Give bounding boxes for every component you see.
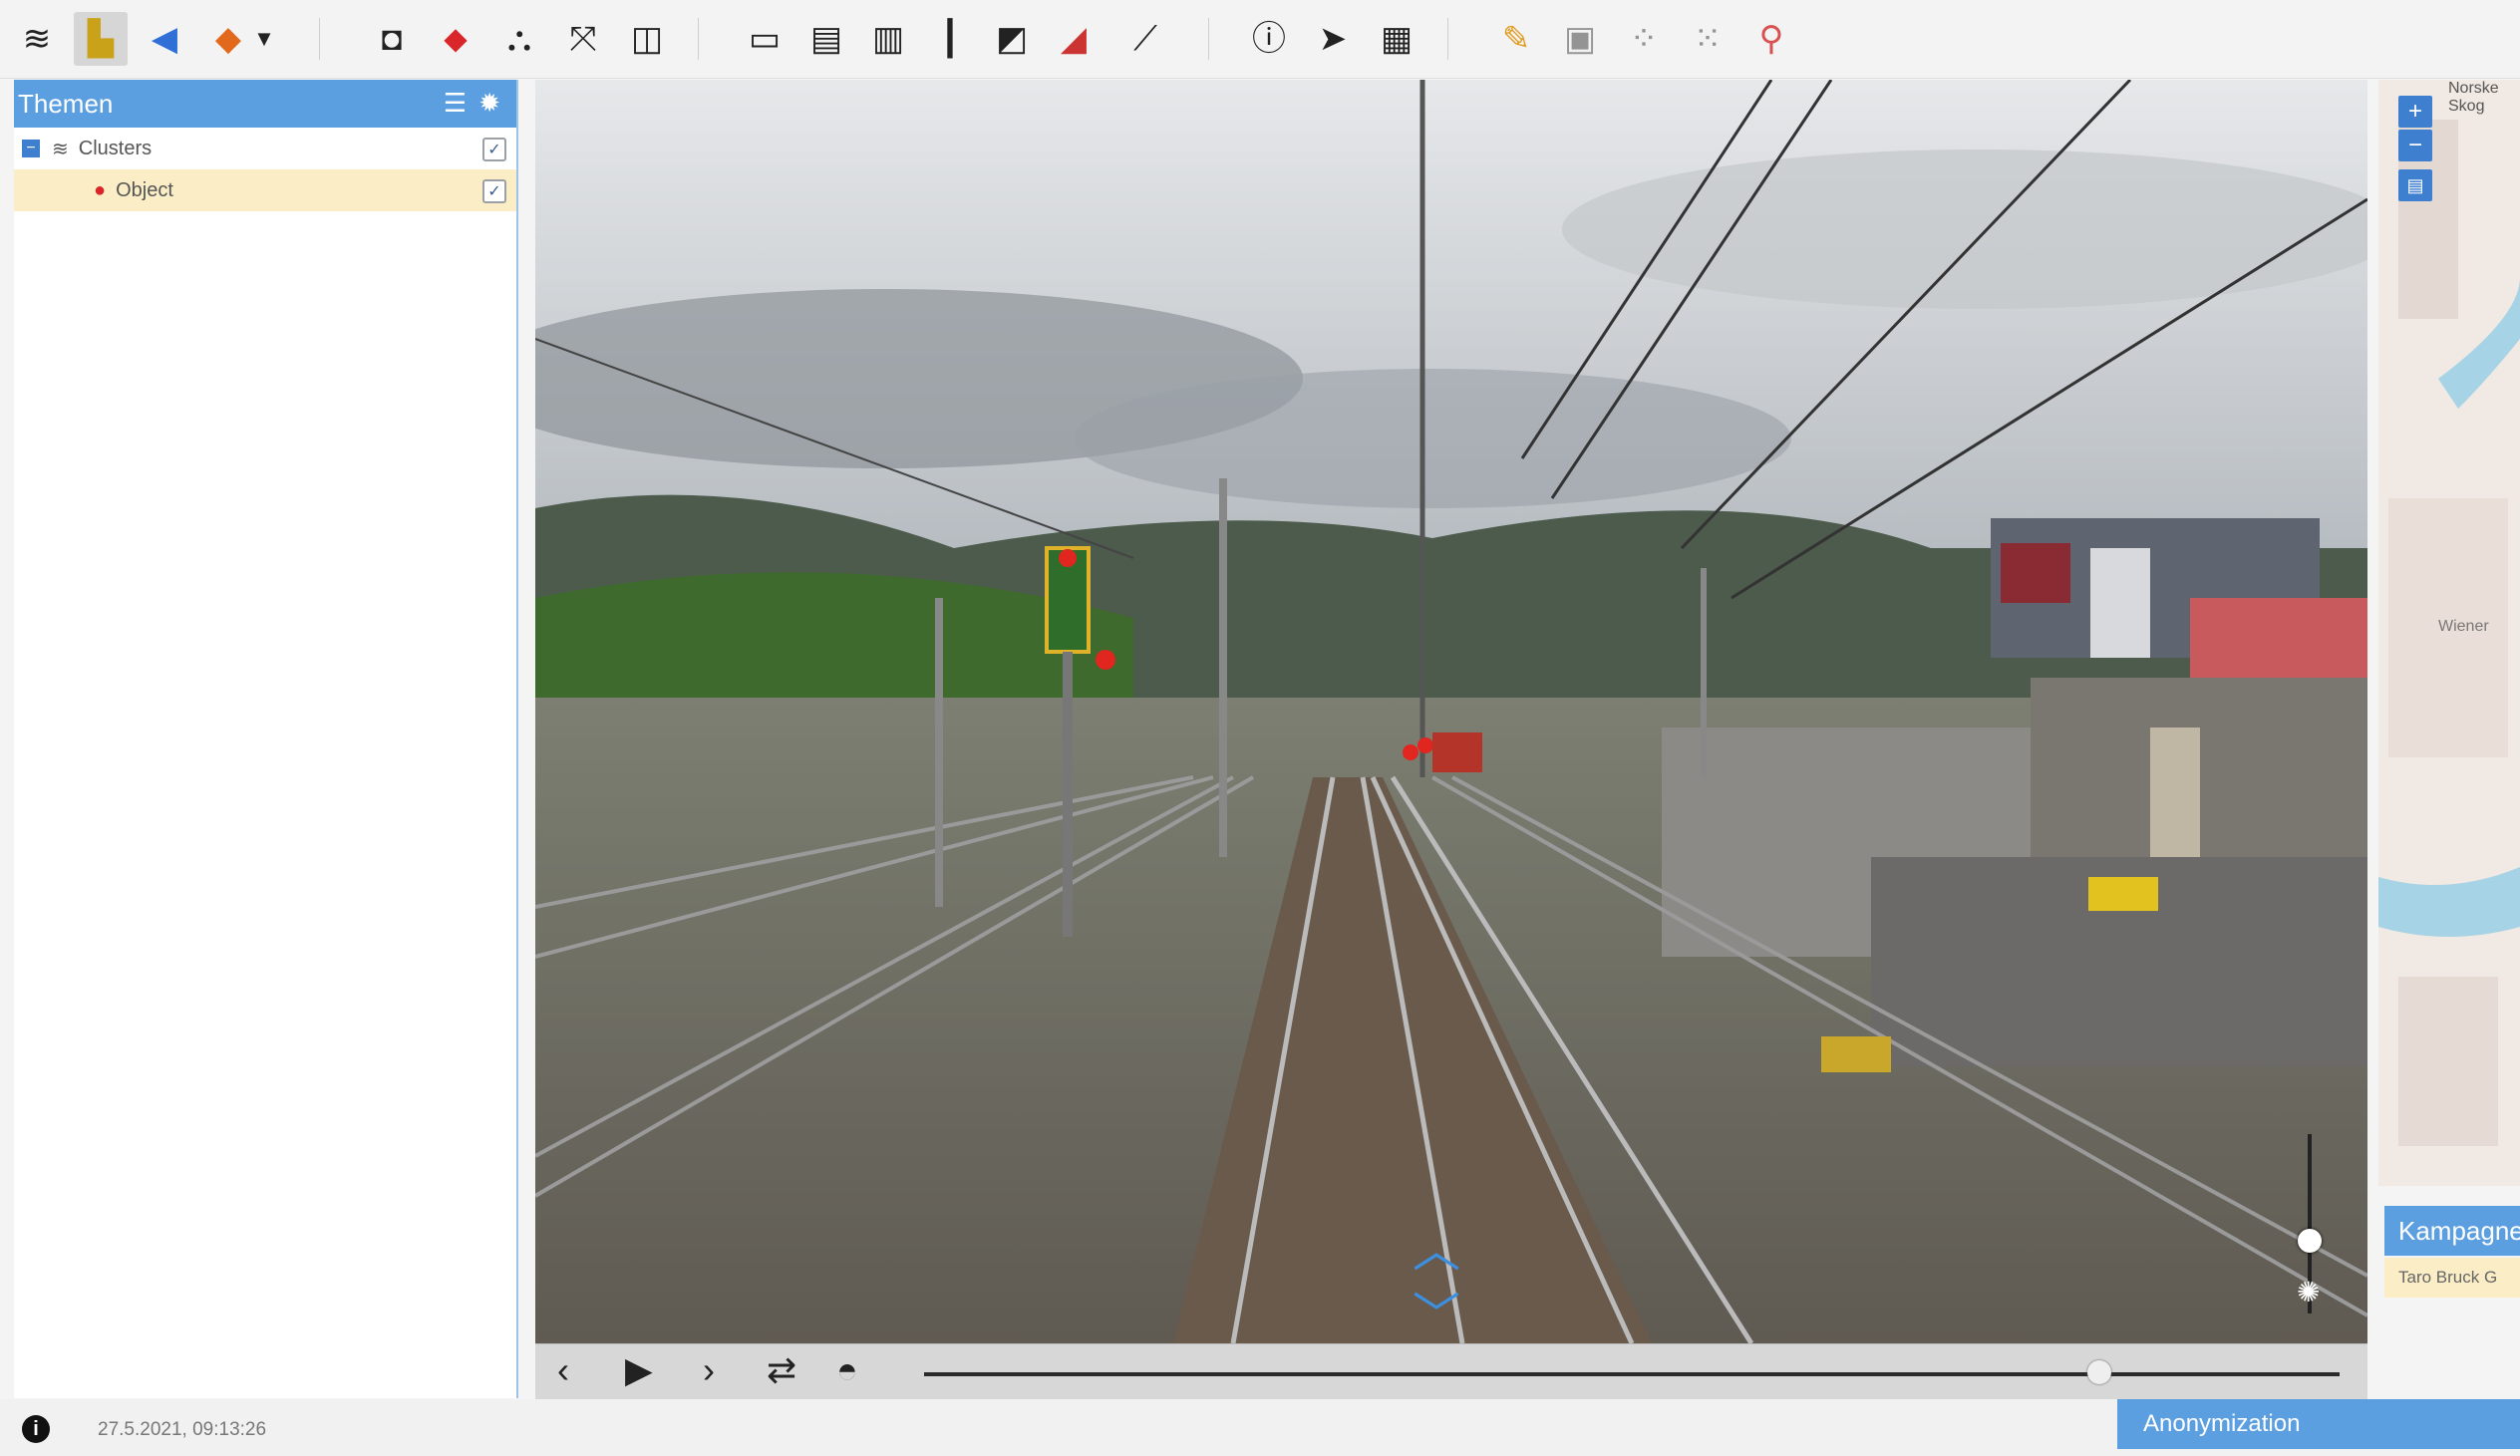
swap-direction-icon[interactable]: ⇄ [767,1352,796,1388]
toolbar-separator [319,18,320,60]
visibility-checkbox[interactable]: ✓ [482,179,506,203]
next-icon[interactable]: › [703,1352,715,1388]
toolbar-separator [698,18,699,60]
layers-icon: ≋ [52,138,69,160]
overview-map[interactable]: Norske Skog Wiener + − ▤ [2378,80,2520,1186]
zoom-out-button[interactable]: − [2398,130,2432,161]
measure-area-icon[interactable]: ▥ [861,12,915,66]
measure-width-icon[interactable]: ▭ [738,12,791,66]
pin-icon: ● [94,178,107,201]
layers-icon[interactable]: ≋ [10,12,64,66]
measure-vertical-icon[interactable]: ┃ [923,12,977,66]
edit-line-icon[interactable]: ⟋ [1118,12,1172,66]
toolbar-separator [1447,18,1448,60]
info-icon[interactable]: ⓘ [1242,12,1296,66]
campaign-header[interactable]: Kampagne [2384,1206,2520,1256]
save-icon[interactable]: ▣ [1553,12,1607,66]
chevron-up-icon[interactable]: ︿ [1413,1211,1460,1281]
map-label: Wiener [2438,618,2489,635]
campaign-title: Kampagne [2398,1215,2520,1246]
campaign-item-label: Taro Bruck G [2398,1268,2498,1287]
gear-icon[interactable]: ✹ [478,88,500,119]
railway-scene-image [535,80,2367,1343]
chart-icon[interactable]: ▙ [74,12,128,66]
vertex-icon[interactable]: ⁘ [1617,12,1671,66]
dropdown-caret-icon[interactable]: ▼ [249,12,279,66]
panel-title: Themen [18,88,114,119]
toolbar: ≋ ▙ ◀ ◆ ▼ ◘ ⬥ ⛬ ⤧ ◫ ▭ ▤ ▥ ┃ ◩ ◢ ⟋ ⓘ ➤ ▦ … [0,0,2520,79]
speed-icon[interactable]: ◓ [836,1352,858,1388]
panorama-viewer[interactable]: ︿ ﹀ ✺ [535,80,2367,1343]
map-label: Norske Skog [2448,80,2499,115]
menu-icon[interactable]: ☰ [444,88,467,119]
search-select-icon[interactable]: ⚲ [1744,12,1798,66]
tree-item-object[interactable]: ● Object ✓ [14,169,516,211]
tree-item-label: Clusters [78,137,153,159]
table-icon[interactable]: ▦ [1370,12,1423,66]
timeline-knob[interactable] [2086,1360,2111,1384]
zoom-in-button[interactable]: + [2398,96,2432,128]
split-view-icon[interactable]: ◫ [620,12,674,66]
visibility-checkbox[interactable]: ✓ [482,138,506,161]
collapse-icon[interactable]: − [22,140,40,157]
info-icon[interactable]: i [22,1415,50,1443]
tree-item-label: Object [116,178,173,201]
poi-icon[interactable]: ◆ [201,12,255,66]
scatter-icon[interactable]: ⁙ [1681,12,1734,66]
timeline-slider[interactable] [924,1372,2340,1376]
map-layers-icon[interactable]: ▤ [2398,169,2432,201]
play-icon[interactable]: ▶ [625,1352,653,1388]
profile-icon[interactable]: ◩ [985,12,1039,66]
anonymization-button[interactable]: Anonymization [2117,1399,2520,1449]
back-arrow-icon[interactable]: ◀ [138,12,191,66]
tree-item-clusters[interactable]: − ≋ Clusters ✓ [14,128,516,169]
camera-icon[interactable]: ◘ [365,12,419,66]
toolbar-separator [1208,18,1209,60]
campaign-list-item[interactable]: Taro Bruck G [2384,1258,2520,1298]
fit-extent-icon[interactable]: ⤧ [556,12,610,66]
themes-panel: Themen ☰ ✹ − ≋ Clusters ✓ ● Object ✓ [14,80,518,1398]
measure-height-icon[interactable]: ▤ [799,12,853,66]
brightness-slider-knob[interactable] [2298,1229,2322,1253]
cluster-icon[interactable]: ⛬ [492,12,546,66]
chevron-down-icon[interactable]: ﹀ [1413,1276,1460,1343]
gradient-icon[interactable]: ◢ [1047,12,1101,66]
playback-bar: ‹ ▶ › ⇄ ◓ [535,1343,2367,1400]
timestamp: 27.5.2021, 09:13:26 [98,1419,267,1440]
previous-icon[interactable]: ‹ [557,1352,569,1388]
pencil-icon[interactable]: ✎ [1489,12,1543,66]
pin-select-icon[interactable]: ⬥ [429,12,482,66]
panel-header: Themen ☰ ✹ [14,80,516,128]
pointer-icon[interactable]: ➤ [1306,12,1360,66]
brightness-icon: ✺ [2297,1277,2321,1308]
anonymization-label: Anonymization [2143,1410,2301,1437]
